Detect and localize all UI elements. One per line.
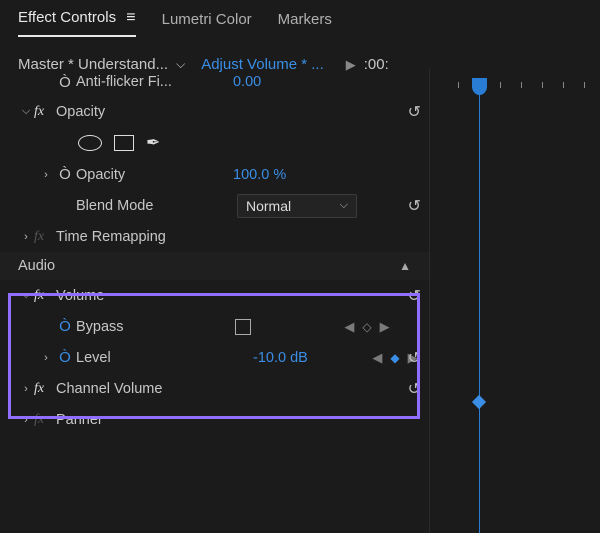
blend-mode-value: Normal [246,198,291,214]
tab-effect-controls[interactable]: Effect Controls ≡ [18,9,136,37]
row-volume-fx: ⌵ fx Volume ↺ [0,280,429,311]
fx-icon[interactable]: fx [34,412,56,428]
caret-right-icon[interactable]: › [18,414,34,426]
level-label: Level [76,350,111,366]
blend-mode-select[interactable]: Normal ⌵ [237,194,357,218]
audio-section-header[interactable]: Audio ▲ [0,252,429,280]
opacity-value[interactable]: 100.0 % [233,167,319,183]
fx-icon[interactable]: fx [34,288,56,304]
fx-icon[interactable]: fx [34,381,56,397]
bypass-label: Bypass [76,319,124,335]
fx-icon[interactable]: fx [34,104,56,120]
caret-down-icon[interactable]: ⌵ [18,105,34,118]
panel-menu-icon[interactable]: ≡ [126,9,135,26]
tab-lumetri-color[interactable]: Lumetri Color [162,11,252,36]
row-level: › Ò Level -10.0 dB ◀ ◆ ▶ ↺ [0,342,429,373]
stopwatch-active-icon[interactable]: Ò [54,349,76,366]
channel-volume-label: Channel Volume [56,381,162,397]
anti-flicker-label: Anti-flicker Fi... [76,74,172,90]
prev-keyframe-icon[interactable]: ◀ [372,350,382,366]
keyframe-diamond-icon[interactable] [472,395,486,409]
reset-icon[interactable]: ↺ [408,348,421,368]
row-bypass: › Ò Bypass ◀ ◇ ▶ [0,311,429,342]
stopwatch-active-icon[interactable]: Ò [54,318,76,335]
row-anti-flicker: Ò Anti-flicker Fi... 0.00 [0,68,429,96]
keyframe-nav: ◀ ◇ ▶ [335,319,399,335]
add-keyframe-icon[interactable]: ◇ [362,320,371,334]
row-channel-volume: › fx Channel Volume ↺ [0,373,429,404]
caret-right-icon[interactable]: › [38,352,54,364]
caret-right-icon[interactable]: › [38,169,54,181]
anti-flicker-value[interactable]: 0.00 [233,74,319,90]
reset-icon[interactable]: ↺ [408,286,421,306]
caret-right-icon[interactable]: › [18,231,34,243]
reset-icon[interactable]: ↺ [408,196,421,216]
blend-mode-label: Blend Mode [76,198,153,214]
opacity-label: Opacity [76,167,125,183]
properties-column: Ò Anti-flicker Fi... 0.00 ⌵ fx Opacity ↺… [0,68,430,533]
collapse-up-icon[interactable]: ▲ [399,259,411,273]
fx-icon[interactable]: fx [34,229,56,245]
timeline-column[interactable] [430,68,600,533]
chevron-down-icon: ⌵ [340,199,348,212]
caret-down-icon[interactable]: ⌵ [18,289,34,302]
stopwatch-icon[interactable]: Ò [54,74,76,91]
next-keyframe-icon[interactable]: ▶ [380,319,390,335]
add-keyframe-icon[interactable]: ◆ [390,351,399,365]
row-opacity: › Ò Opacity 100.0 % [0,159,429,190]
panner-label: Panner [56,412,103,428]
row-time-remapping: › fx Time Remapping [0,221,429,252]
volume-fx-label: Volume [56,288,104,304]
prev-keyframe-icon[interactable]: ◀ [344,319,354,335]
time-ruler[interactable] [430,68,600,98]
tab-label: Effect Controls [18,9,116,26]
bypass-checkbox[interactable] [235,319,251,335]
stopwatch-icon[interactable]: Ò [54,166,76,183]
pen-mask-icon[interactable]: ✒ [146,133,160,153]
audio-section-label: Audio [18,258,55,274]
row-opacity-fx: ⌵ fx Opacity ↺ [0,96,429,127]
row-panner: › fx Panner [0,404,429,435]
mask-tools-row: ✒ [0,127,429,159]
reset-icon[interactable]: ↺ [408,102,421,122]
rectangle-mask-icon[interactable] [114,135,134,151]
playhead-line [479,92,480,533]
ellipse-mask-icon[interactable] [78,135,102,151]
workspace: Ò Anti-flicker Fi... 0.00 ⌵ fx Opacity ↺… [0,68,600,533]
panel-tabs: Effect Controls ≡ Lumetri Color Markers [0,0,600,38]
caret-right-icon[interactable]: › [18,383,34,395]
row-blend-mode: Blend Mode Normal ⌵ ↺ [0,190,429,221]
tab-markers[interactable]: Markers [278,11,332,36]
time-remapping-label: Time Remapping [56,229,166,245]
opacity-fx-label: Opacity [56,104,105,120]
reset-icon[interactable]: ↺ [408,379,421,399]
level-value[interactable]: -10.0 dB [253,350,339,366]
